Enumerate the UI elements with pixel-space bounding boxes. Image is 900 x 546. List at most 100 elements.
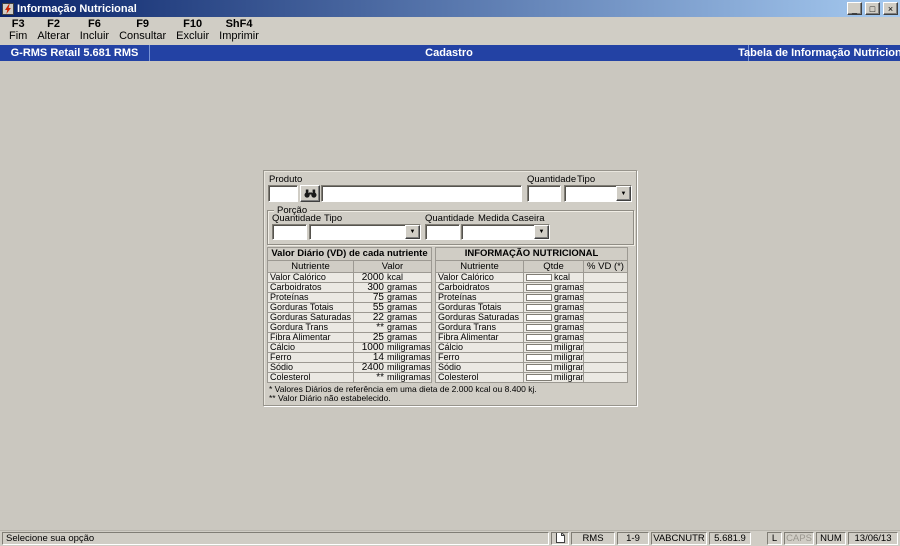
vd-percent-value (583, 312, 628, 323)
nutrient-value: 22 (372, 312, 384, 323)
nutrient-value: 25 (372, 332, 384, 343)
porcao-quantidade2-input[interactable] (425, 224, 460, 240)
nutrient-name: Proteínas (435, 292, 524, 303)
info-col-qtde: Qtde (523, 260, 584, 273)
toolbar-button-label: Fim (9, 30, 28, 42)
info-table-row: Gorduras Totais gramas (435, 302, 628, 313)
nutrient-name: Cálcio (435, 342, 524, 353)
nutrient-value: 300 (367, 282, 384, 293)
qtde-input[interactable] (526, 354, 552, 362)
info-table-row: Gorduras Saturadas gramas (435, 312, 628, 323)
tipo-select-value (565, 186, 616, 201)
toolbar-button-key: F6 (87, 18, 101, 30)
nutrient-name: Ferro (267, 352, 354, 363)
qtde-input[interactable] (526, 374, 552, 382)
toolbar-button-label: Imprimir (219, 30, 259, 42)
nutrient-unit: gramas (387, 292, 418, 302)
nutrient-value: 75 (372, 292, 384, 303)
vd-table-row: Fibra Alimentar 25 gramas (267, 332, 432, 343)
qtde-input[interactable] (526, 304, 552, 312)
nutrient-name: Gordura Trans (435, 322, 524, 333)
nutrient-unit: miligramas (387, 362, 431, 372)
quantidade-input[interactable] (527, 185, 561, 202)
nutrient-unit: miligramas (554, 372, 583, 382)
header-product-name: G-RMS Retail 5.681 RMS (0, 45, 150, 61)
toolbar-button-label: Excluir (176, 30, 210, 42)
qtde-input[interactable] (526, 314, 552, 322)
vd-table-row: Colesterol ** miligramas (267, 372, 432, 383)
nutrient-unit: gramas (554, 322, 584, 332)
toolbar-button[interactable]: F2 Alterar (32, 18, 74, 42)
vd-percent-value (583, 352, 628, 363)
minimize-button[interactable]: _ (847, 2, 862, 15)
qtde-input[interactable] (526, 294, 552, 302)
produto-description-field[interactable] (321, 185, 522, 202)
nutrient-value: ** (376, 322, 384, 333)
info-table-row: Ferro miligramas (435, 352, 628, 363)
nutrient-unit: miligramas (554, 352, 583, 362)
maximize-button[interactable]: □ (865, 2, 880, 15)
chevron-down-icon[interactable]: ▼ (534, 225, 549, 239)
nutrient-unit: gramas (387, 312, 418, 322)
porcao-tipo-select[interactable]: ▼ (309, 224, 421, 240)
info-table-row: Sódio miligramas (435, 362, 628, 373)
info-table-row: Gordura Trans gramas (435, 322, 628, 333)
vd-table-row: Gorduras Saturadas 22 gramas (267, 312, 432, 323)
porcao-quantidade-input[interactable] (272, 224, 307, 240)
toolbar-button[interactable]: F9 Consultar (114, 18, 171, 42)
porcao-quantidade2-label: Quantidade (425, 213, 475, 224)
close-button[interactable]: × (883, 2, 898, 15)
nutrient-name: Gorduras Saturadas (267, 312, 354, 323)
info-table-row: Valor Calórico kcal (435, 272, 628, 283)
nutrient-name: Colesterol (435, 372, 524, 383)
status-version: 5.681.9 (709, 532, 751, 545)
product-search-button[interactable] (300, 185, 320, 202)
nutrient-name: Fibra Alimentar (435, 332, 524, 343)
vd-table-row: Proteínas 75 gramas (267, 292, 432, 303)
titlebar: Informação Nutricional _ □ × (0, 0, 900, 17)
nutrient-name: Sódio (435, 362, 524, 373)
produto-code-input[interactable] (268, 185, 298, 202)
window-title: Informação Nutricional (17, 2, 137, 15)
vd-table-row: Gordura Trans ** gramas (267, 322, 432, 333)
toolbar-button[interactable]: F10 Excluir (171, 18, 214, 42)
nutrient-name: Sódio (267, 362, 354, 373)
status-bar: Selecione sua opção RMS 1-9 VABCNUTR 5.6… (0, 530, 900, 546)
nutrient-unit: gramas (387, 302, 418, 312)
qtde-input[interactable] (526, 334, 552, 342)
qtde-input[interactable] (526, 274, 552, 282)
qtde-input[interactable] (526, 344, 552, 352)
qtde-input[interactable] (526, 364, 552, 372)
qtde-input[interactable] (526, 284, 552, 292)
vd-table: Valor Diário (VD) de cada nutriente Nutr… (267, 247, 432, 383)
tipo-select[interactable]: ▼ (564, 185, 632, 202)
quantidade-label: Quantidade (527, 174, 577, 185)
nutrient-unit: kcal (387, 272, 404, 282)
toolbar-button[interactable]: ShF4 Imprimir (214, 18, 264, 42)
vd-table-row: Ferro 14 miligramas (267, 352, 432, 363)
nutrient-name: Gorduras Totais (435, 302, 524, 313)
header-bar: G-RMS Retail 5.681 RMS Cadastro Tabela d… (0, 45, 900, 61)
nutrient-name: Gordura Trans (267, 322, 354, 333)
nutrient-unit: miligramas (554, 362, 583, 372)
nutrient-name: Colesterol (267, 372, 354, 383)
chevron-down-icon[interactable]: ▼ (405, 225, 420, 239)
toolbar-button[interactable]: F3 Fim (4, 18, 32, 42)
info-table-row: Carboidratos gramas (435, 282, 628, 293)
vd-percent-value (583, 292, 628, 303)
vd-percent-value (583, 322, 628, 333)
qtde-input[interactable] (526, 324, 552, 332)
app-icon (2, 2, 14, 15)
status-num-lock: NUM (816, 532, 846, 545)
nutrient-name: Gorduras Totais (267, 302, 354, 313)
toolbar-button-key: ShF4 (225, 18, 253, 30)
status-caps-lock: CAPS (784, 532, 814, 545)
nutrient-value: 55 (372, 302, 384, 313)
status-message: Selecione sua opção (2, 532, 549, 545)
toolbar-button[interactable]: F6 Incluir (75, 18, 114, 42)
medida-caseira-select[interactable]: ▼ (461, 224, 550, 240)
info-table-row: Proteínas gramas (435, 292, 628, 303)
chevron-down-icon[interactable]: ▼ (616, 186, 631, 201)
nutrient-unit: gramas (554, 282, 584, 292)
vd-table-row: Sódio 2400 miligramas (267, 362, 432, 373)
